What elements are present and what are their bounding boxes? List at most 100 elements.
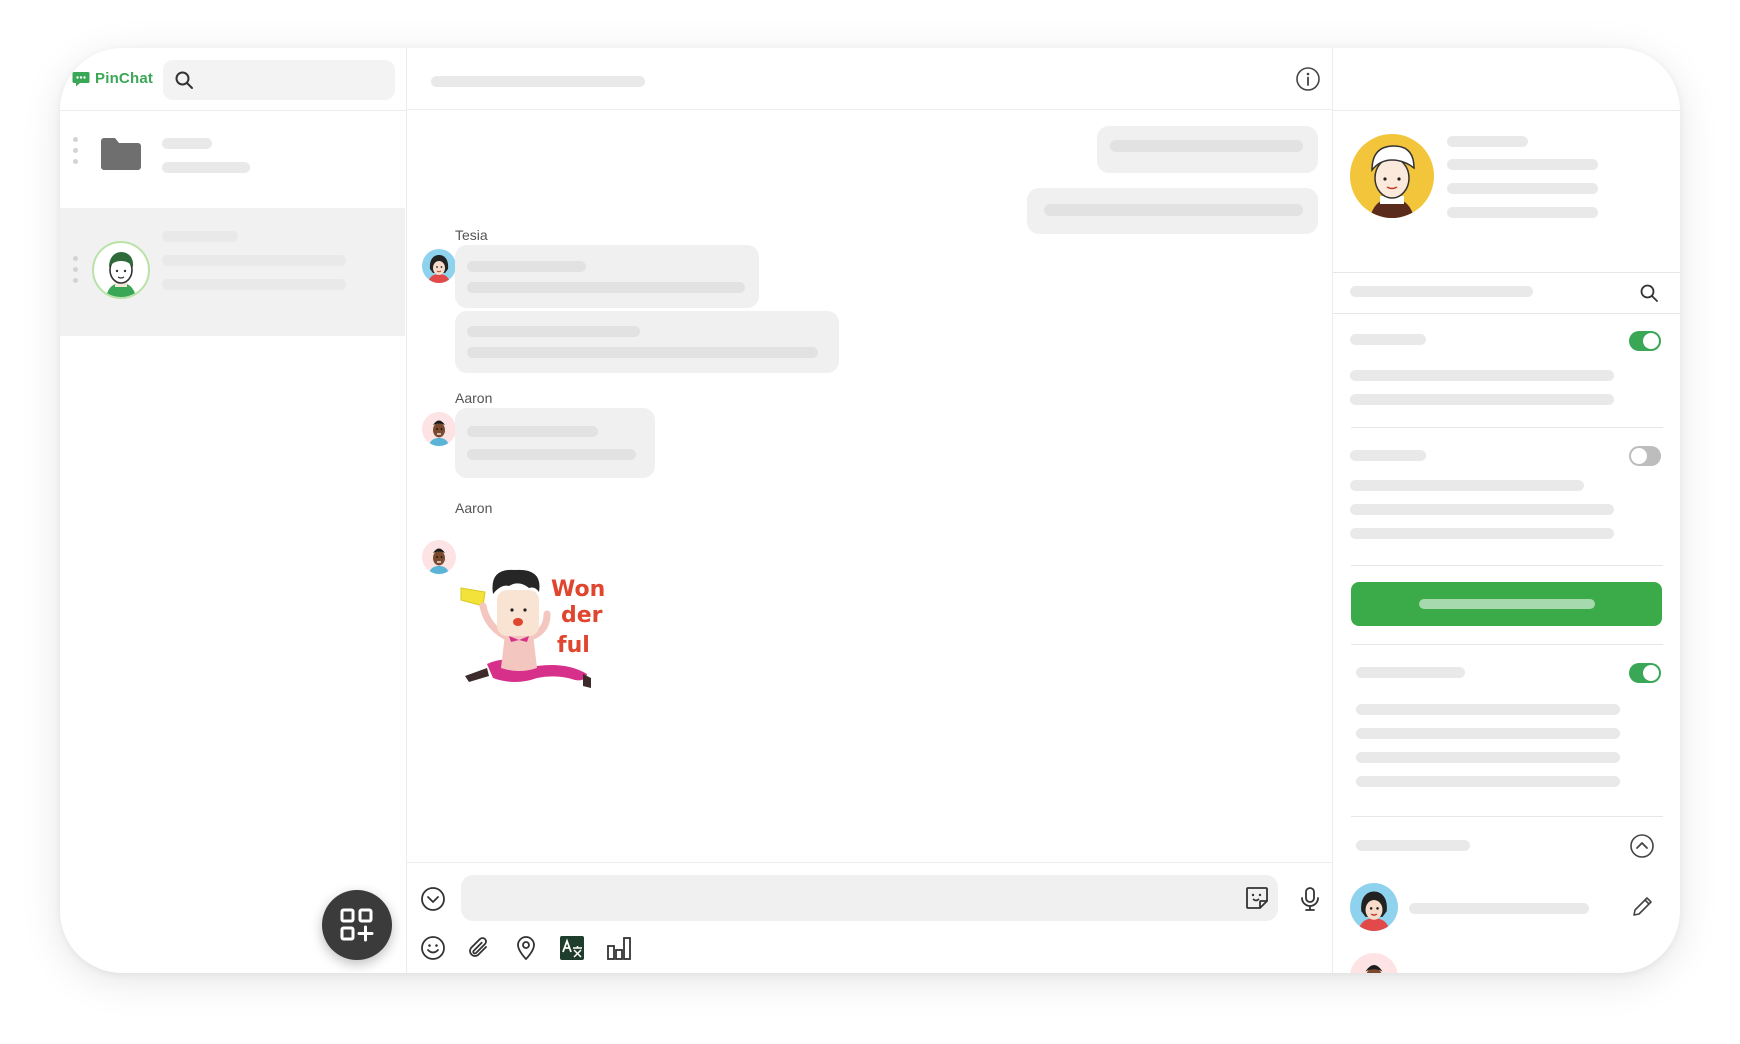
sticker-text-3: ful <box>557 633 590 658</box>
sticker-wonderful[interactable]: Won der ful <box>457 564 637 704</box>
avatar[interactable] <box>422 249 456 283</box>
emoji-icon <box>421 936 445 960</box>
translate-button[interactable] <box>557 933 587 963</box>
chat-preview-placeholder <box>162 255 346 266</box>
sticker-icon[interactable] <box>1244 885 1270 911</box>
sender-name: Aaron <box>455 390 493 406</box>
message-text-placeholder <box>467 347 818 358</box>
chevron-down-circle-icon <box>421 887 445 911</box>
setting-description-placeholder <box>1350 370 1614 381</box>
message-input[interactable] <box>461 875 1278 921</box>
app-grid-button[interactable] <box>322 890 392 960</box>
member-list-item[interactable] <box>1333 883 1680 933</box>
info-panel <box>1333 48 1680 973</box>
avatar <box>1350 953 1398 973</box>
sidebar: PinChat <box>60 48 407 973</box>
divider <box>1351 427 1663 428</box>
emoji-button[interactable] <box>418 933 448 963</box>
attach-button[interactable] <box>464 933 494 963</box>
chat-preview-placeholder <box>162 279 346 290</box>
message-bubble-incoming[interactable] <box>455 408 655 478</box>
message-text-placeholder <box>467 282 745 293</box>
message-text-placeholder <box>467 449 636 460</box>
setting-description-placeholder <box>1356 776 1620 787</box>
search-icon <box>175 71 193 89</box>
profile-avatar[interactable] <box>1350 134 1434 218</box>
translate-icon <box>560 936 584 960</box>
setting-description-placeholder <box>1350 504 1614 515</box>
message-text-placeholder <box>1110 140 1303 152</box>
expand-button[interactable] <box>418 884 448 914</box>
setting-toggle-2[interactable] <box>1629 446 1661 466</box>
divider <box>407 862 1333 863</box>
brand-logo: PinChat <box>72 70 153 87</box>
message-bubble-outgoing[interactable] <box>1097 126 1318 173</box>
folder-icon <box>101 138 141 170</box>
poll-icon <box>607 937 631 960</box>
message-text-placeholder <box>467 261 586 272</box>
sticker-text-1: Won <box>551 577 605 602</box>
brand-name: PinChat <box>95 70 154 87</box>
poll-button[interactable] <box>604 933 634 963</box>
message-text-placeholder <box>467 426 598 437</box>
microphone-icon <box>1301 887 1319 911</box>
sender-name: Aaron <box>455 500 493 516</box>
setting-description-placeholder <box>1350 394 1614 405</box>
conversation-search[interactable] <box>1333 273 1680 313</box>
info-icon[interactable] <box>1295 66 1321 92</box>
drag-handle-icon[interactable] <box>73 256 79 283</box>
message-text-placeholder <box>1044 204 1303 216</box>
chat-title-placeholder <box>431 76 645 87</box>
chat-title-placeholder <box>162 231 238 242</box>
chat-list-item-contact[interactable] <box>60 208 405 336</box>
microphone-button[interactable] <box>1295 884 1325 914</box>
setting-description-placeholder <box>1356 728 1620 739</box>
chat-title-placeholder <box>162 138 212 149</box>
avatar <box>1350 883 1398 931</box>
member-name-placeholder <box>1409 903 1589 914</box>
setting-toggle-3[interactable] <box>1629 663 1661 683</box>
pencil-icon[interactable] <box>1630 895 1654 919</box>
divider <box>1333 313 1680 314</box>
message-bubble-outgoing[interactable] <box>1027 188 1318 234</box>
chat-preview-placeholder <box>162 162 250 173</box>
section-title-placeholder <box>1356 840 1470 851</box>
profile-name-placeholder <box>1447 136 1528 147</box>
divider <box>1351 644 1663 645</box>
setting-description-placeholder <box>1350 480 1584 491</box>
member-list-item[interactable] <box>1333 953 1680 973</box>
message-bubble-incoming[interactable] <box>455 245 759 308</box>
setting-toggle-1[interactable] <box>1629 331 1661 351</box>
sticker-text-2: der <box>561 603 603 628</box>
avatar[interactable] <box>422 412 456 446</box>
chat-bubble-icon <box>72 71 90 86</box>
divider <box>1351 565 1663 566</box>
setting-label-placeholder <box>1350 450 1426 461</box>
setting-description-placeholder <box>1350 528 1614 539</box>
chat-header <box>407 48 1333 110</box>
chat-list-item-folder[interactable] <box>60 111 405 194</box>
primary-action-button[interactable] <box>1351 582 1662 626</box>
attachment-icon <box>469 937 487 957</box>
search-input[interactable] <box>163 60 395 100</box>
setting-description-placeholder <box>1356 752 1620 763</box>
sender-name: Tesia <box>455 227 488 243</box>
profile-detail-placeholder <box>1447 159 1598 170</box>
search-label-placeholder <box>1350 286 1533 297</box>
location-icon <box>517 936 535 961</box>
search-icon <box>1640 284 1658 302</box>
setting-label-placeholder <box>1356 667 1465 678</box>
message-text-placeholder <box>467 326 640 337</box>
location-button[interactable] <box>511 933 541 963</box>
setting-label-placeholder <box>1350 334 1426 345</box>
message-bubble-incoming[interactable] <box>455 311 839 373</box>
drag-handle-icon[interactable] <box>73 137 79 164</box>
profile-detail-placeholder <box>1447 207 1598 218</box>
add-app-grid-icon <box>340 908 374 942</box>
app-window: PinChat Tesia Aaron Aaron Won der ful <box>60 48 1680 973</box>
avatar <box>92 241 150 299</box>
setting-description-placeholder <box>1356 704 1620 715</box>
chevron-up-icon[interactable] <box>1629 833 1655 859</box>
avatar[interactable] <box>422 540 456 574</box>
divider <box>1333 110 1680 111</box>
